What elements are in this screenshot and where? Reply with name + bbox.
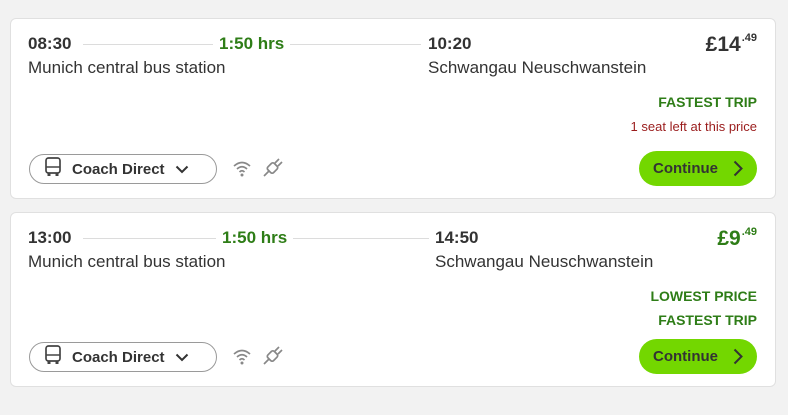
price-main: £14: [705, 33, 741, 56]
chevron-down-icon: [175, 165, 189, 174]
wifi-icon: [232, 347, 252, 365]
bus-icon: [44, 344, 62, 370]
price-cents: .49: [741, 32, 757, 44]
coach-type-dropdown[interactable]: Coach Direct: [29, 342, 217, 372]
coach-type-label: Coach Direct: [72, 348, 165, 366]
price-main: £9: [717, 227, 741, 250]
fastest-trip-badge: FASTEST TRIP: [658, 94, 757, 110]
arrival-station: Schwangau Neuschwanstein: [435, 252, 654, 271]
trip-card[interactable]: 13:00 1:50 hrs 14:50 Munich central bus …: [10, 212, 776, 387]
fastest-trip-badge: FASTEST TRIP: [658, 312, 757, 328]
continue-button[interactable]: Continue: [639, 339, 757, 374]
departure-time: 13:00: [28, 228, 72, 247]
chevron-right-icon: [733, 348, 743, 365]
coach-type-label: Coach Direct: [72, 160, 165, 178]
trip-price: £9.49: [717, 226, 757, 251]
trip-card[interactable]: 08:30 1:50 hrs 10:20 Munich central bus …: [10, 18, 776, 199]
departure-station: Munich central bus station: [28, 58, 226, 77]
coach-type-dropdown[interactable]: Coach Direct: [29, 154, 217, 184]
departure-time: 08:30: [28, 34, 72, 53]
trip-price: £14.49: [705, 32, 757, 57]
bus-icon: [44, 156, 62, 182]
departure-station: Munich central bus station: [28, 252, 226, 271]
power-plug-icon: [262, 346, 284, 366]
continue-label: Continue: [653, 348, 718, 365]
continue-label: Continue: [653, 160, 718, 177]
trip-duration: 1:50 hrs: [216, 228, 294, 248]
continue-button[interactable]: Continue: [639, 151, 757, 186]
arrival-time: 14:50: [435, 228, 479, 247]
wifi-icon: [232, 159, 252, 177]
chevron-down-icon: [175, 353, 189, 362]
lowest-price-badge: LOWEST PRICE: [650, 288, 757, 304]
seats-left-warning: 1 seat left at this price: [630, 119, 757, 134]
arrival-time: 10:20: [428, 34, 472, 53]
power-plug-icon: [262, 158, 284, 178]
arrival-station: Schwangau Neuschwanstein: [428, 58, 647, 77]
chevron-right-icon: [733, 160, 743, 177]
price-cents: .49: [741, 226, 757, 238]
trip-duration: 1:50 hrs: [213, 34, 291, 54]
